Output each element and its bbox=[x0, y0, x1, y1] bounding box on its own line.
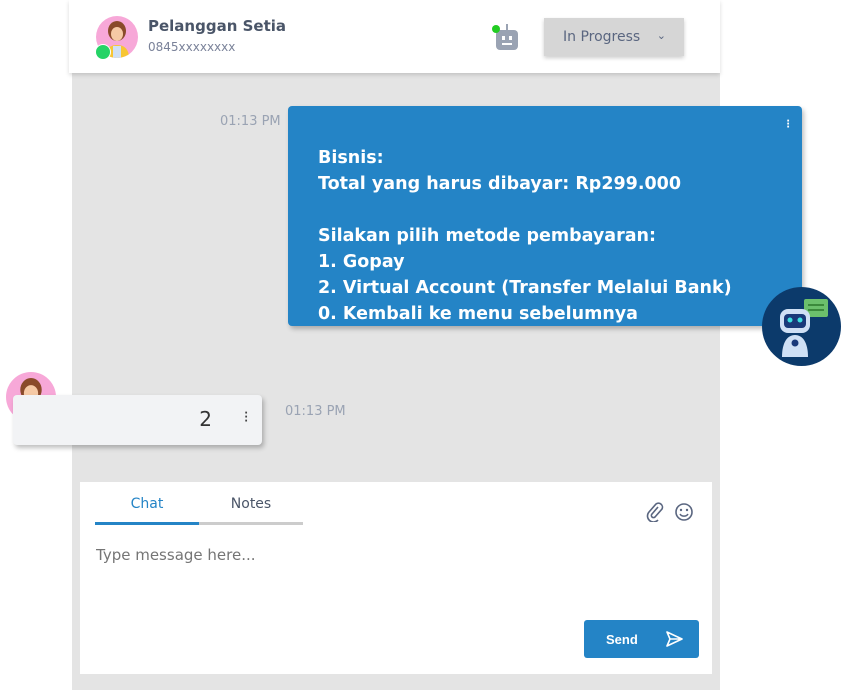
status-label: In Progress bbox=[563, 29, 641, 45]
bot-avatar bbox=[762, 287, 841, 366]
tab-divider bbox=[199, 522, 303, 525]
send-icon bbox=[666, 631, 683, 647]
more-vertical-icon[interactable]: · · · bbox=[786, 117, 790, 133]
customer-message-bubble: 2 · · · bbox=[13, 395, 262, 445]
message-text: Bisnis: Total yang harus dibayar: Rp299.… bbox=[318, 148, 732, 324]
emoji-icon[interactable] bbox=[674, 502, 694, 526]
message-time: 01:13 PM bbox=[220, 114, 281, 129]
chat-header: Pelanggan Setia 0845xxxxxxxx In Progress… bbox=[69, 0, 720, 73]
chevron-down-icon: ⌄ bbox=[656, 29, 666, 42]
tab-notes[interactable]: Notes bbox=[199, 496, 303, 512]
message-time: 01:13 PM bbox=[285, 404, 346, 419]
message-input[interactable] bbox=[96, 546, 596, 564]
more-vertical-icon[interactable]: · · · bbox=[244, 409, 248, 427]
contact-name: Pelanggan Setia bbox=[148, 17, 287, 35]
send-label: Send bbox=[606, 631, 638, 647]
contact-phone: 0845xxxxxxxx bbox=[148, 40, 236, 54]
robot-icon[interactable] bbox=[492, 22, 522, 52]
paperclip-icon[interactable] bbox=[646, 502, 664, 526]
status-dropdown[interactable]: In Progress ⌄ bbox=[544, 18, 684, 56]
bot-message-bubble: Bisnis: Total yang harus dibayar: Rp299.… bbox=[288, 106, 802, 326]
tab-chat[interactable]: Chat bbox=[95, 496, 199, 512]
message-text: 2 bbox=[199, 407, 212, 431]
send-button[interactable]: Send bbox=[584, 620, 699, 658]
whatsapp-icon bbox=[95, 44, 111, 60]
tab-indicator bbox=[95, 522, 199, 525]
message-composer: Chat Notes Send bbox=[80, 482, 712, 674]
